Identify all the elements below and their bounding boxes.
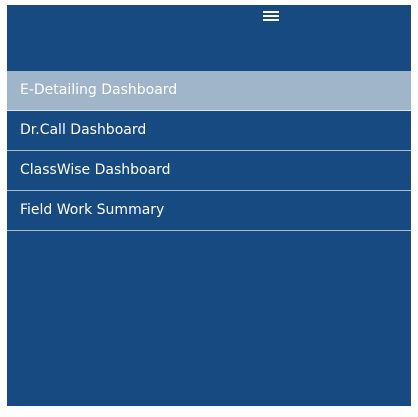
menu-item-classwise-dashboard[interactable]: ClassWise Dashboard [7,151,411,191]
hamburger-line [263,15,279,17]
menu-item-label: E-Detailing Dashboard [20,82,178,98]
menu-list: E-Detailing Dashboard Dr.Call Dashboard … [7,71,411,231]
side-menu-panel: E-Detailing Dashboard Dr.Call Dashboard … [7,5,411,406]
hamburger-line [263,11,279,13]
hamburger-menu-icon[interactable] [263,9,279,23]
menu-item-label: ClassWise Dashboard [20,162,171,178]
menu-item-label: Dr.Call Dashboard [20,122,147,138]
menu-item-field-work-summary[interactable]: Field Work Summary [7,191,411,231]
menu-header [7,5,411,71]
menu-item-label: Field Work Summary [20,202,165,218]
hamburger-line [263,19,279,21]
menu-item-e-detailing-dashboard[interactable]: E-Detailing Dashboard [7,71,411,111]
menu-item-dr-call-dashboard[interactable]: Dr.Call Dashboard [7,111,411,151]
